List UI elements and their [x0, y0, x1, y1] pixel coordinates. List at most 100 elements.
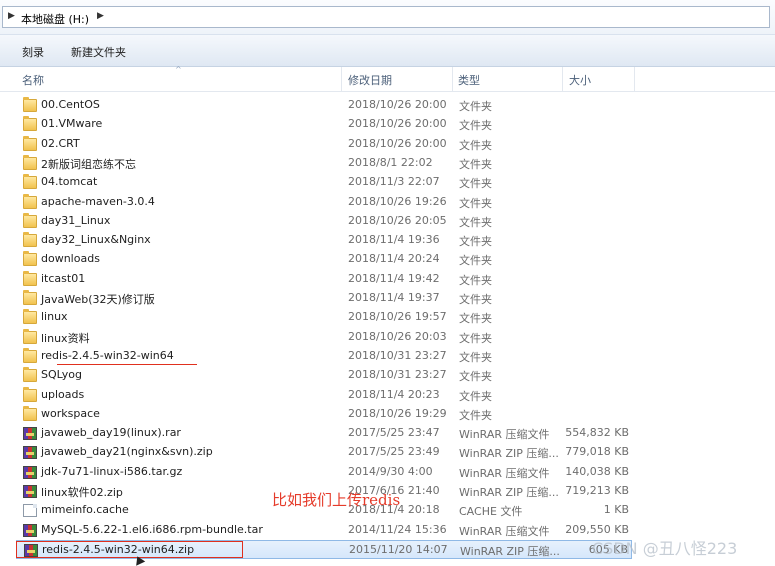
- file-name: linux资料: [41, 332, 90, 345]
- file-row[interactable]: javaweb_day19(linux).rar 2017/5/25 23:47 W…: [16, 424, 632, 443]
- file-name: 01.VMware: [41, 117, 103, 130]
- file-date: 2014/9/30 4:00: [348, 465, 433, 478]
- file-type: WinRAR 压缩文件: [459, 467, 550, 480]
- file-date: 2018/10/26 19:26: [348, 195, 447, 208]
- file-type: WinRAR 压缩文件: [459, 525, 550, 538]
- file-row[interactable]: downloads 2018/11/4 20:24 文件夹: [16, 250, 632, 269]
- file-type: 文件夹: [459, 158, 492, 171]
- file-date: 2015/11/20 14:07: [349, 543, 448, 556]
- file-date: 2018/11/4 20:23: [348, 388, 440, 401]
- file-date: 2018/10/26 19:57: [348, 310, 447, 323]
- file-date: 2018/8/1 22:02: [348, 156, 433, 169]
- file-name: linux软件02.zip: [41, 486, 123, 499]
- file-type: 文件夹: [459, 409, 492, 422]
- column-divider[interactable]: [562, 67, 563, 91]
- column-size[interactable]: 大小: [569, 72, 591, 88]
- file-type: WinRAR ZIP 压缩...: [459, 447, 559, 460]
- column-header: ^ 名称 修改日期 类型 大小: [0, 65, 775, 92]
- file-name: SQLyog: [41, 368, 82, 381]
- file-row[interactable]: 02.CRT 2018/10/26 20:00 文件夹: [16, 135, 632, 154]
- file-name: apache-maven-3.0.4: [41, 195, 155, 208]
- folder-icon: [23, 329, 37, 344]
- file-row[interactable]: 00.CentOS 2018/10/26 20:00 文件夹: [16, 96, 632, 115]
- file-type: WinRAR ZIP 压缩...: [459, 486, 559, 499]
- file-type: 文件夹: [459, 332, 492, 345]
- folder-icon: [23, 116, 37, 131]
- file-row[interactable]: 04.tomcat 2018/11/3 22:07 文件夹: [16, 173, 632, 192]
- column-divider[interactable]: [634, 67, 635, 91]
- file-name: redis-2.4.5-win32-win64: [41, 349, 174, 362]
- file-date: 2018/10/26 20:00: [348, 137, 447, 150]
- file-type: 文件夹: [459, 370, 492, 383]
- file-date: 2018/10/26 20:00: [348, 117, 447, 130]
- file-type: 文件夹: [459, 274, 492, 287]
- file-row[interactable]: SQLyog 2018/10/31 23:27 文件夹: [16, 366, 632, 385]
- file-row[interactable]: linux资料 2018/10/26 20:03 文件夹: [16, 328, 632, 347]
- column-name[interactable]: 名称: [22, 72, 44, 88]
- file-icon: [23, 504, 37, 517]
- folder-icon: [23, 232, 37, 247]
- file-type: 文件夹: [459, 139, 492, 152]
- file-date: 2018/11/4 19:42: [348, 272, 440, 285]
- file-type: 文件夹: [459, 119, 492, 132]
- folder-icon: [23, 155, 37, 170]
- file-row[interactable]: itcast01 2018/11/4 19:42 文件夹: [16, 270, 632, 289]
- file-type: 文件夹: [459, 100, 492, 113]
- file-row[interactable]: linux 2018/10/26 19:57 文件夹: [16, 308, 632, 327]
- winrar-icon: [23, 446, 37, 459]
- file-row[interactable]: jdk-7u71-linux-i586.tar.gz 2014/9/30 4:00…: [16, 463, 632, 482]
- file-type: WinRAR ZIP 压缩...: [460, 545, 560, 558]
- folder-icon: [23, 174, 37, 189]
- folder-icon: [23, 290, 37, 305]
- toolbar: 刻录 新建文件夹: [0, 35, 775, 67]
- file-name: javaweb_day21(nginx&svn).zip: [41, 445, 213, 458]
- file-name: jdk-7u71-linux-i586.tar.gz: [41, 465, 183, 478]
- file-row[interactable]: workspace 2018/10/26 19:29 文件夹: [16, 405, 632, 424]
- file-row[interactable]: 01.VMware 2018/10/26 20:00 文件夹: [16, 115, 632, 134]
- file-name: MySQL-5.6.22-1.el6.i686.rpm-bundle.tar: [41, 523, 263, 536]
- file-row[interactable]: day31_Linux 2018/10/26 20:05 文件夹: [16, 212, 632, 231]
- file-name: itcast01: [41, 272, 86, 285]
- winrar-icon: [23, 524, 37, 537]
- file-row[interactable]: day32_Linux&Nginx 2018/11/4 19:36 文件夹: [16, 231, 632, 250]
- address-box[interactable]: ▶ 本地磁盘 (H:) ▶: [2, 6, 770, 28]
- file-name: javaweb_day19(linux).rar: [41, 426, 181, 439]
- file-row[interactable]: JavaWeb(32天)修订版 2018/11/4 19:37 文件夹: [16, 289, 632, 308]
- file-name: day31_Linux: [41, 214, 111, 227]
- breadcrumb-path[interactable]: 本地磁盘 (H:): [21, 11, 89, 27]
- column-divider[interactable]: [452, 67, 453, 91]
- folder-icon: [23, 387, 37, 402]
- folder-icon: [23, 406, 37, 421]
- winrar-icon: [23, 485, 37, 498]
- file-date: 2018/11/4 20:24: [348, 252, 440, 265]
- file-type: 文件夹: [459, 351, 492, 364]
- file-row[interactable]: uploads 2018/11/4 20:23 文件夹: [16, 386, 632, 405]
- annotation-underline: [57, 364, 197, 365]
- file-row[interactable]: 2新版词组恋练不忘 2018/8/1 22:02 文件夹: [16, 154, 632, 173]
- annotation-text: 比如我们上传redis: [272, 491, 401, 509]
- column-type[interactable]: 类型: [458, 72, 480, 88]
- column-date[interactable]: 修改日期: [348, 72, 392, 88]
- file-type: 文件夹: [459, 216, 492, 229]
- file-row[interactable]: javaweb_day21(nginx&svn).zip 2017/5/25 23…: [16, 443, 632, 462]
- file-type: 文件夹: [459, 390, 492, 403]
- column-divider[interactable]: [341, 67, 342, 91]
- breadcrumb-arrow-icon[interactable]: ▶: [8, 11, 15, 21]
- breadcrumb-arrow-icon-2[interactable]: ▶: [97, 11, 104, 21]
- file-name: downloads: [41, 252, 100, 265]
- address-bar: ▶ 本地磁盘 (H:) ▶: [0, 0, 775, 35]
- file-date: 2018/11/3 22:07: [348, 175, 440, 188]
- folder-icon: [23, 97, 37, 112]
- file-size: 1 KB: [603, 503, 629, 516]
- annotation-highlight-box: [16, 541, 243, 558]
- file-row[interactable]: MySQL-5.6.22-1.el6.i686.rpm-bundle.tar 20…: [16, 521, 632, 540]
- file-date: 2018/10/26 20:03: [348, 330, 447, 343]
- file-name: linux: [41, 310, 68, 323]
- sort-arrow-icon: ^: [175, 65, 182, 74]
- new-folder-button[interactable]: 新建文件夹: [71, 44, 126, 60]
- file-row[interactable]: apache-maven-3.0.4 2018/10/26 19:26 文件夹: [16, 193, 632, 212]
- file-type: 文件夹: [459, 254, 492, 267]
- folder-icon: [23, 136, 37, 151]
- burn-button[interactable]: 刻录: [22, 44, 44, 60]
- file-date: 2018/11/4 19:37: [348, 291, 440, 304]
